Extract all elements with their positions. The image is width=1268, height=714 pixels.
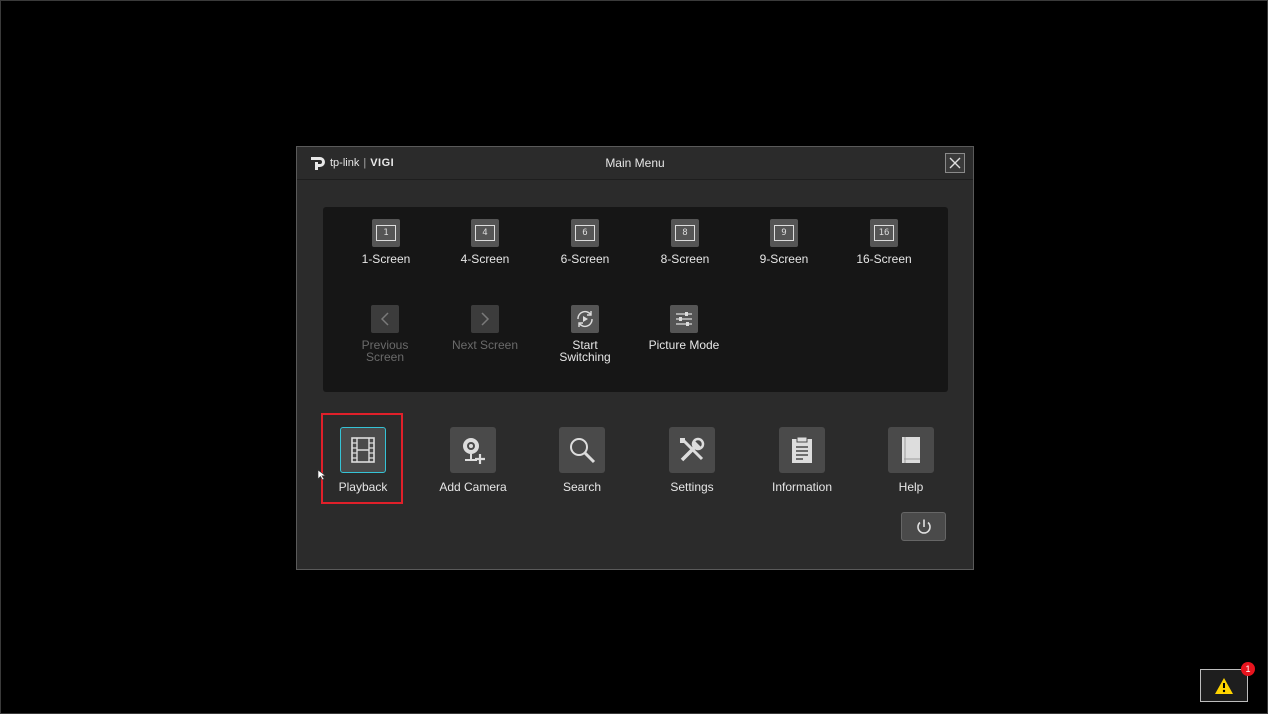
layout-label: 6-Screen: [560, 252, 610, 266]
search-icon: [570, 438, 596, 464]
layout-glyph: 8: [675, 225, 695, 241]
main-icon-wrap: [779, 427, 825, 473]
layout-glyph: 9: [774, 225, 794, 241]
main-label: Search: [562, 480, 602, 494]
layout-icon-wrap: [571, 305, 599, 333]
layout-16-screen[interactable]: 16 16-Screen: [834, 219, 934, 265]
main-icon-wrap: [559, 427, 605, 473]
layout-glyph: 6: [575, 225, 595, 241]
layout-1-screen[interactable]: 1 1-Screen: [336, 219, 436, 265]
layout-icon-wrap: [670, 305, 698, 333]
selection-highlight: [321, 413, 403, 504]
sliders-icon: [676, 312, 692, 326]
layout-glyph: 1: [376, 225, 396, 241]
camera-add-icon: [463, 438, 485, 464]
switch-play-icon: [577, 310, 593, 328]
label-line-2: Switching: [559, 350, 611, 364]
layout-1-icon: 1: [372, 219, 400, 247]
layout-label: 9-Screen: [759, 252, 809, 266]
main-label: Information: [771, 480, 833, 494]
layout-6-icon: 6: [571, 219, 599, 247]
main-menu-dialog: tp-link | VIGI Main Menu 1 1-Screen 4 4-…: [296, 146, 974, 570]
book-icon: [902, 437, 920, 463]
main-label: Help: [898, 480, 924, 494]
main-icon-wrap: [450, 427, 496, 473]
close-icon: [949, 157, 961, 169]
add-camera-button[interactable]: Add Camera: [423, 427, 523, 494]
layout-label: 4-Screen: [460, 252, 510, 266]
dialog-title: Main Menu: [605, 156, 665, 170]
previous-screen-button[interactable]: Previous Screen: [335, 305, 435, 363]
clipboard-icon: [792, 436, 812, 463]
start-switching-button[interactable]: Start Switching: [535, 305, 635, 363]
next-screen-button[interactable]: Next Screen: [435, 305, 535, 351]
help-button[interactable]: Help: [861, 427, 961, 494]
layout-4-icon: 4: [471, 219, 499, 247]
layout-icon-wrap: [471, 305, 499, 333]
layout-9-screen[interactable]: 9 9-Screen: [734, 219, 834, 265]
label-line-2: Screen: [365, 350, 405, 364]
screen-layout-panel: 1 1-Screen 4 4-Screen 6 6-Screen 8 8-Scr…: [323, 207, 948, 392]
main-icon-wrap: [888, 427, 934, 473]
layout-4-screen[interactable]: 4 4-Screen: [435, 219, 535, 265]
settings-button[interactable]: Settings: [642, 427, 742, 494]
search-button[interactable]: Search: [532, 427, 632, 494]
layout-16-icon: 16: [870, 219, 898, 247]
layout-8-icon: 8: [671, 219, 699, 247]
layout-6-screen[interactable]: 6 6-Screen: [535, 219, 635, 265]
mouse-cursor-icon: [317, 469, 327, 481]
layout-9-icon: 9: [770, 219, 798, 247]
power-button[interactable]: [901, 512, 946, 541]
control-label: Next Screen: [451, 338, 519, 352]
alarm-count-badge: 1: [1241, 662, 1255, 676]
alarm-button[interactable]: [1200, 669, 1248, 702]
main-label: Settings: [670, 480, 714, 494]
tools-icon: [680, 437, 705, 462]
layout-label: 16-Screen: [856, 252, 912, 266]
power-icon: [916, 519, 931, 534]
screen: tp-link | VIGI Main Menu 1 1-Screen 4 4-…: [0, 0, 1268, 714]
main-label: Add Camera: [439, 480, 507, 494]
control-label: Start Switching: [535, 339, 635, 363]
layout-icon-wrap: [371, 305, 399, 333]
main-icon-wrap: [669, 427, 715, 473]
chevron-right-icon: [481, 312, 490, 326]
warning-icon: [1215, 677, 1233, 694]
picture-mode-button[interactable]: Picture Mode: [634, 305, 734, 351]
control-label: Previous Screen: [335, 339, 435, 363]
layout-label: 8-Screen: [660, 252, 710, 266]
layout-glyph: 4: [475, 225, 495, 241]
layout-8-screen[interactable]: 8 8-Screen: [635, 219, 735, 265]
chevron-left-icon: [380, 312, 389, 326]
layout-label: 1-Screen: [361, 252, 411, 266]
close-button[interactable]: [945, 153, 965, 173]
control-label: Picture Mode: [648, 338, 720, 352]
layout-glyph: 16: [874, 225, 894, 241]
dialog-titlebar: tp-link | VIGI Main Menu: [297, 147, 973, 180]
information-button[interactable]: Information: [752, 427, 852, 494]
